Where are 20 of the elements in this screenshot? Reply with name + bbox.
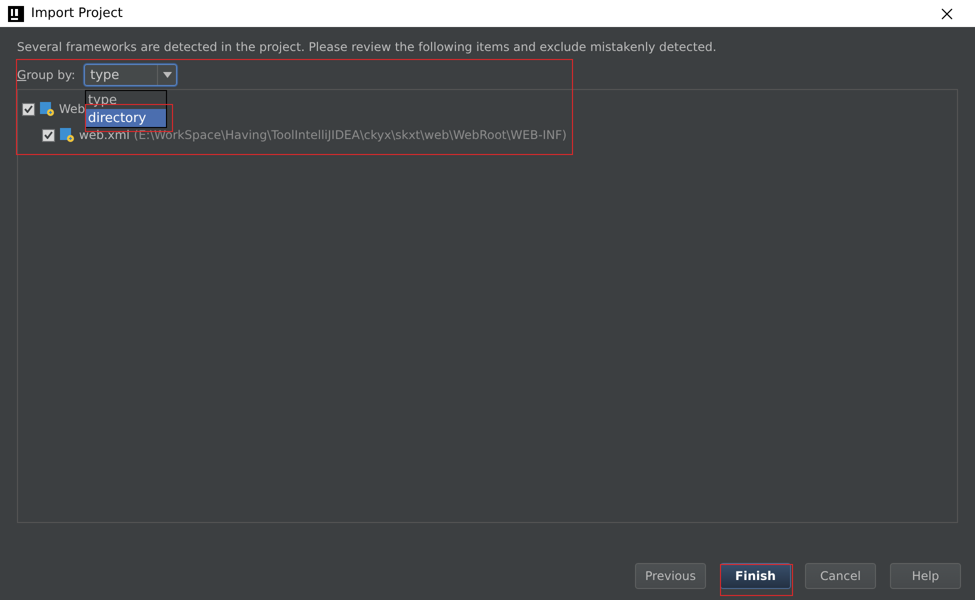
description-text: Several frameworks are detected in the project. Please review the following items and exclude mistakenly detected. xyxy=(17,40,718,56)
checkbox[interactable] xyxy=(22,102,35,116)
dropdown-arrow-icon xyxy=(162,72,172,78)
group-by-label: Group by: xyxy=(17,68,76,82)
dialog-button[interactable]: Previous xyxy=(635,563,706,589)
dialog-button[interactable]: Cancel xyxy=(805,563,876,589)
dialog-button[interactable]: Finish xyxy=(720,563,791,589)
path-text: (E:\WorkSpace\Having\ToolIntelliJIDEA\ckyx\skxt\web\WebRoot\WEB-INF) xyxy=(134,128,567,142)
tree-item-label: Web xyxy=(59,102,86,116)
framework-icon xyxy=(59,127,75,143)
window-title: Import Project xyxy=(31,6,124,21)
framework-icon xyxy=(39,101,55,117)
checkbox[interactable] xyxy=(42,128,55,142)
tree-item-label: web.xml xyxy=(79,128,130,142)
dropdown-option[interactable]: directory xyxy=(86,109,166,127)
app-logo-icon xyxy=(8,6,24,22)
group-by-dropdown[interactable]: type xyxy=(84,64,178,86)
close-icon[interactable] xyxy=(941,8,953,20)
dropdown-option[interactable]: type xyxy=(86,91,166,109)
dialog-button[interactable]: Help xyxy=(890,563,961,589)
